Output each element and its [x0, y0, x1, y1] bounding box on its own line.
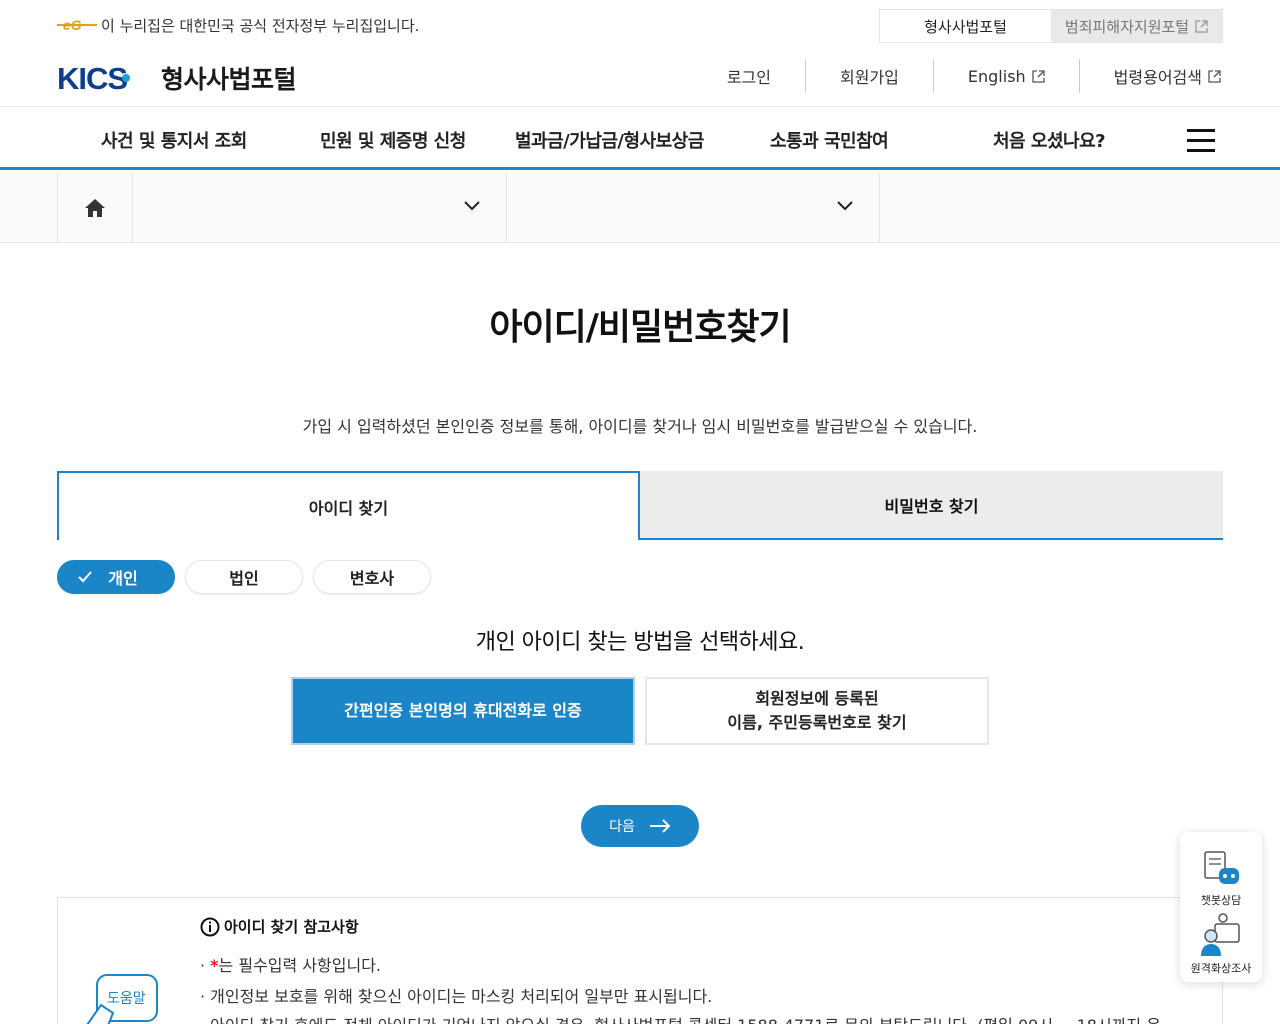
quick-menu: 챗봇상담 원격화상조사 — [1180, 832, 1262, 982]
gov-banner-text: 이 누리집은 대한민국 공식 전자정부 누리집입니다. — [101, 16, 420, 35]
breadcrumb-home[interactable] — [57, 173, 133, 243]
member-type-corporation[interactable]: 법인 — [185, 560, 303, 594]
svg-text:KICS: KICS — [57, 62, 127, 94]
member-type-individual[interactable]: 개인 — [57, 560, 175, 594]
external-link-icon — [1208, 69, 1221, 83]
notes-box: 도움말 아이디 찾기 참고사항 · *는 필수입력 사항입니다. · 개인정보 … — [57, 897, 1223, 1024]
notes-title: 아이디 찾기 참고사항 — [200, 916, 359, 937]
legal-term-search-link[interactable]: 법령용어검색 — [1080, 59, 1223, 93]
method-simple-auth-button[interactable]: 간편인증 본인명의 휴대전화로 인증 — [291, 677, 635, 745]
next-button[interactable]: 다음 — [581, 805, 699, 847]
svg-text:도움말: 도움말 — [107, 991, 146, 1007]
chevron-down-icon — [837, 201, 853, 211]
utility-nav: 로그인 회원가입 English 법령용어검색 — [693, 59, 1223, 93]
external-link-icon — [1195, 19, 1208, 33]
method-title: 개인 아이디 찾는 방법을 선택하세요. — [475, 630, 805, 655]
nav-first-visit[interactable]: 처음 오셨나요? — [993, 127, 1106, 153]
portal-switch: 형사사법포털 범죄피해자지원포털 — [879, 9, 1223, 43]
info-icon — [200, 917, 220, 936]
kics-logo-icon: KICS — [57, 62, 130, 94]
svg-text:eG: eG — [63, 17, 82, 33]
note-line-3: · 아이디 찾기 후에도 전체 아이디가 기억나지 않으실 경우, 형사사법포털… — [200, 1012, 1161, 1024]
check-icon — [78, 571, 93, 583]
quick-video-investigation[interactable]: 원격화상조사 — [1180, 912, 1262, 976]
page-description: 가입 시 입력하셨던 본인인증 정보를 통해, 아이디를 찾거나 임시 비밀번호… — [302, 417, 978, 436]
chevron-down-icon — [464, 201, 480, 211]
breadcrumb-select-2[interactable] — [507, 173, 880, 243]
signup-link[interactable]: 회원가입 — [806, 59, 933, 93]
nav-fines[interactable]: 벌과금/가납금/형사보상금 — [515, 127, 704, 153]
arrow-right-icon — [649, 819, 671, 833]
note-line-2: · 개인정보 보호를 위해 찾으신 아이디는 마스킹 처리되어 일부만 표시됩니… — [200, 987, 713, 1006]
page-title: 아이디/비밀번호찾기 — [489, 307, 791, 348]
menu-icon[interactable] — [1187, 129, 1215, 153]
nav-case-lookup[interactable]: 사건 및 통지서 조회 — [101, 127, 247, 153]
brand[interactable]: KICS 형사사법포털 — [57, 60, 297, 96]
chatbot-icon — [1204, 851, 1239, 884]
nav-civil-petition[interactable]: 민원 및 제증명 신청 — [320, 127, 466, 153]
gov-banner: eG 이 누리집은 대한민국 공식 전자정부 누리집입니다. — [57, 14, 419, 36]
note-line-1: · *는 필수입력 사항입니다. — [200, 956, 382, 975]
member-type-selector: 개인 법인 변호사 — [57, 560, 441, 594]
external-link-icon — [1032, 69, 1045, 83]
portal-tab-kics[interactable]: 형사사법포털 — [880, 10, 1051, 42]
main-nav: 사건 및 통지서 조회 민원 및 제증명 신청 벌과금/가납금/형사보상금 소통… — [0, 106, 1280, 170]
login-link[interactable]: 로그인 — [693, 59, 805, 93]
tab-find-id[interactable]: 아이디 찾기 — [57, 471, 640, 540]
find-tabs: 아이디 찾기 비밀번호 찾기 — [57, 471, 1223, 540]
portal-tab-victim-support[interactable]: 범죄피해자지원포털 — [1051, 10, 1222, 42]
tab-find-password[interactable]: 비밀번호 찾기 — [640, 471, 1223, 540]
nav-participation[interactable]: 소통과 국민참여 — [770, 127, 889, 153]
video-call-icon — [1201, 913, 1240, 956]
english-link[interactable]: English — [934, 59, 1079, 93]
egov-logo-icon: eG — [57, 17, 97, 33]
breadcrumb — [0, 173, 1280, 243]
member-type-lawyer[interactable]: 변호사 — [313, 560, 431, 594]
megaphone-icon: 도움말 — [86, 974, 158, 1024]
home-icon — [85, 199, 105, 217]
brand-title: 형사사법포털 — [161, 65, 297, 94]
quick-chatbot[interactable]: 챗봇상담 — [1180, 850, 1262, 908]
breadcrumb-select-1[interactable] — [133, 173, 507, 243]
method-member-info-button[interactable]: 회원정보에 등록된 이름, 주민등록번호로 찾기 — [645, 677, 989, 745]
